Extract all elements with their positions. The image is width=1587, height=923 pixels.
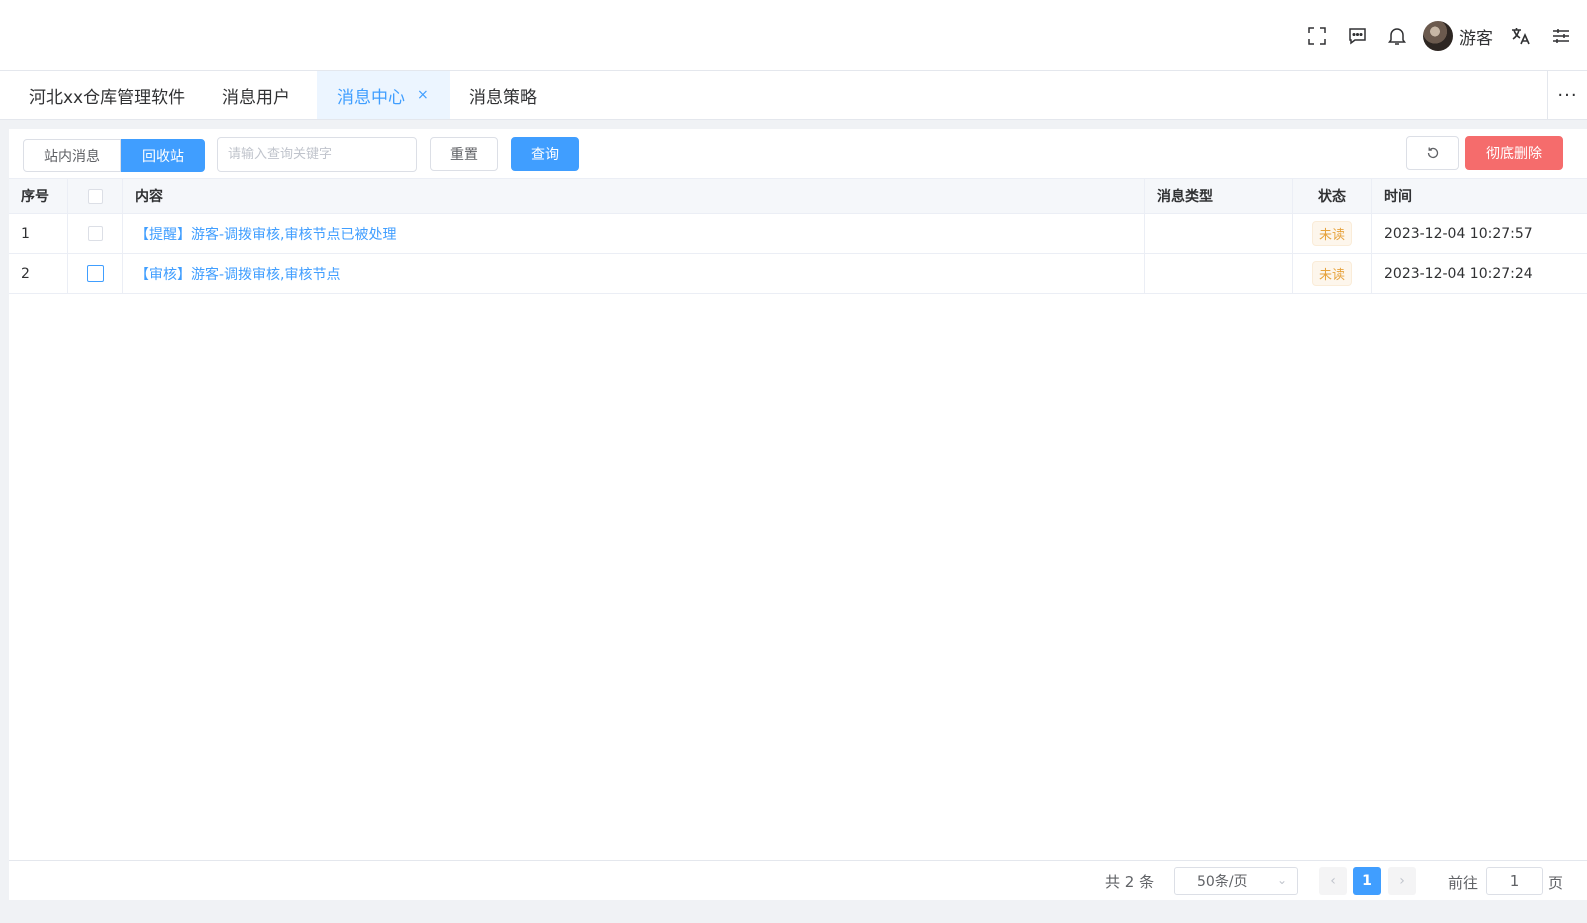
pagination-total: 共 2 条 [1105,873,1155,891]
chevron-right-icon: › [1399,873,1405,889]
row-type [1145,254,1293,293]
row-status: 未读 [1293,214,1372,253]
user-name: 游客 [1459,28,1493,49]
row-time-text: 2023-12-04 10:27:24 [1384,265,1533,282]
refresh-icon [1427,147,1438,159]
header-status: 状态 [1293,179,1372,213]
header-select-all [68,179,123,213]
top-header: 游客 [0,0,1587,71]
message-link[interactable]: 【审核】游客-调拨审核,审核节点 [135,264,341,284]
row-time: 2023-12-04 10:27:57 [1372,214,1587,253]
reset-button[interactable]: 重置 [430,137,498,171]
permanent-delete-button[interactable]: 彻底删除 [1465,136,1563,170]
chevron-down-icon: ⌄ [1276,873,1287,887]
table-row: 1 【提醒】游客-调拨审核,审核节点已被处理 未读 2023-12-04 10:… [9,214,1587,254]
table-row: 2 【审核】游客-调拨审核,审核节点 未读 2023-12-04 10:27:2… [9,254,1587,294]
row-checkbox[interactable] [86,265,104,282]
tab-label: 消息策略 [469,87,537,108]
goto-label: 前往 [1448,874,1479,892]
row-time-text: 2023-12-04 10:27:57 [1384,225,1533,242]
row-select [68,254,123,293]
tab-message-center[interactable]: 消息中心 × [317,71,450,119]
search-input[interactable] [217,137,417,172]
message-icon[interactable] [1345,24,1369,48]
page-number-button[interactable]: 1 [1353,867,1381,895]
fullscreen-icon[interactable] [1305,24,1329,48]
row-index: 1 [9,214,68,253]
status-badge: 未读 [1311,221,1352,246]
table-header-row: 序号 内容 消息类型 状态 时间 [9,178,1587,214]
header-actions: 游客 [1289,20,1573,52]
user-menu[interactable]: 游客 [1423,21,1493,51]
pagination: 共 2 条 50条/页 ⌄ ‹ 1 › 前往 1 页 [9,860,1587,900]
goto-unit: 页 [1548,874,1564,892]
next-page-button[interactable]: › [1388,867,1416,895]
goto-page-input[interactable]: 1 [1486,867,1543,895]
header-type: 消息类型 [1145,179,1293,213]
row-content: 【审核】游客-调拨审核,审核节点 [123,254,1145,293]
header-content: 内容 [123,179,1145,213]
tab-label: 河北xx仓库管理软件 [29,87,186,108]
row-checkbox[interactable] [87,226,103,241]
row-status: 未读 [1293,254,1372,293]
tab-label: 消息用户 [222,87,290,108]
translate-icon[interactable] [1509,24,1533,48]
bell-icon[interactable] [1385,24,1409,48]
avatar [1423,21,1453,51]
chevron-left-icon: ‹ [1330,873,1336,889]
tab-warehouse[interactable]: 河北xx仓库管理软件 [29,71,185,119]
tab-message-policy[interactable]: 消息策略 [469,71,537,119]
more-icon[interactable]: ··· [1547,71,1587,119]
inbox-tab-button[interactable]: 站内消息 [23,139,121,172]
recycle-bin-tab-button[interactable]: 回收站 [121,139,205,172]
header-index: 序号 [9,179,68,213]
row-content: 【提醒】游客-调拨审核,审核节点已被处理 [123,214,1145,253]
tabs-bar: 河北xx仓库管理软件 消息用户 消息中心 × 消息策略 ··· [0,71,1587,120]
row-time: 2023-12-04 10:27:24 [1372,254,1587,293]
query-button[interactable]: 查询 [511,137,579,171]
messages-table: 序号 内容 消息类型 状态 时间 1 【提醒】游客-调拨审核,审核节点已被处理 … [9,178,1587,294]
message-link[interactable]: 【提醒】游客-调拨审核,审核节点已被处理 [135,224,397,244]
close-icon[interactable]: × [417,87,429,103]
settings-sliders-icon[interactable] [1549,24,1573,48]
row-select [68,214,123,253]
status-badge: 未读 [1311,261,1352,286]
page-size-select[interactable]: 50条/页 ⌄ [1174,867,1298,895]
page-size-value: 50条/页 [1197,874,1248,890]
prev-page-button[interactable]: ‹ [1319,867,1347,895]
main-panel: 站内消息 回收站 重置 查询 彻底删除 序号 内容 消息类型 状态 时间 1 【… [9,129,1587,900]
row-index: 2 [9,254,68,293]
select-all-checkbox[interactable] [87,188,103,204]
row-type [1145,214,1293,253]
tab-message-users[interactable]: 消息用户 [222,71,290,119]
refresh-button[interactable] [1406,136,1459,170]
header-time: 时间 [1384,189,1412,205]
tab-label: 消息中心 [337,87,405,108]
message-source-switch: 站内消息 回收站 [23,139,205,172]
